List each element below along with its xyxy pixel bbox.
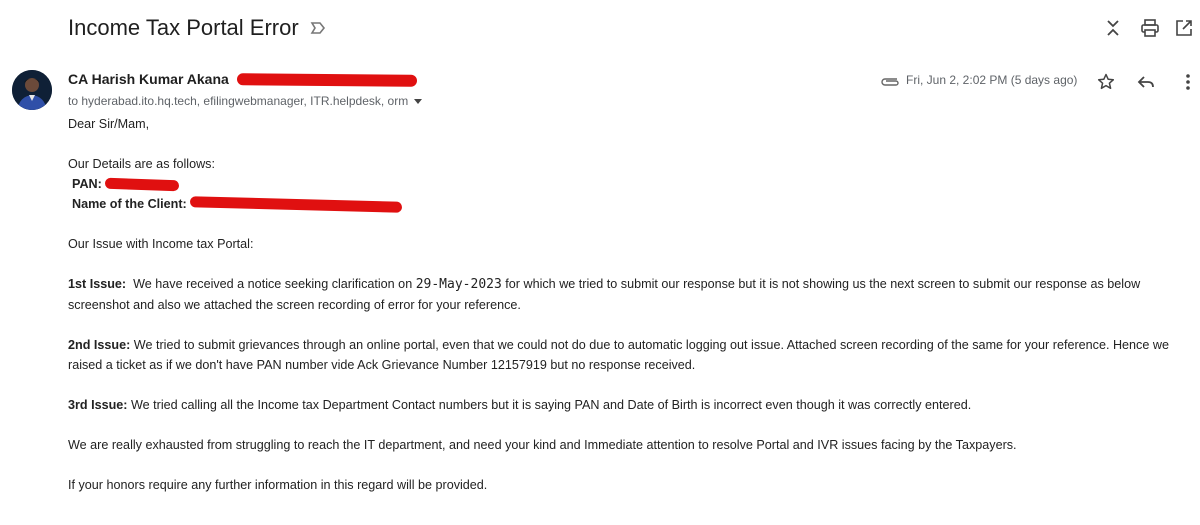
issue-intro: Our Issue with Income tax Portal: xyxy=(68,237,254,251)
closing-paragraph-2: If your honors require any further infor… xyxy=(68,478,488,492)
email-body: Dear Sir/Mam, Our Details are as follows… xyxy=(68,114,1198,495)
client-name-label: Name of the Client: xyxy=(72,197,187,211)
issue-3-paragraph: 3rd Issue: We tried calling all the Inco… xyxy=(68,395,1198,415)
label-icon[interactable] xyxy=(310,20,326,41)
recipients-line[interactable]: to hyderabad.ito.hq.tech, efilingwebmana… xyxy=(68,94,423,108)
redaction-mark xyxy=(190,196,403,213)
client-line: Name of the Client: xyxy=(68,194,1198,214)
star-icon[interactable] xyxy=(1096,72,1116,92)
open-in-new-window-icon[interactable] xyxy=(1174,18,1194,38)
print-icon[interactable] xyxy=(1140,18,1160,38)
issue-2-label: 2nd Issue: xyxy=(68,338,131,352)
sender-name-text: CA Harish Kumar Akana xyxy=(68,71,229,87)
email-subject: Income Tax Portal Error xyxy=(68,15,299,40)
recipients-text: to hyderabad.ito.hq.tech, efilingwebmana… xyxy=(68,94,409,108)
pan-line: PAN: xyxy=(68,174,1198,194)
reply-icon[interactable] xyxy=(1136,72,1156,92)
issue-2-text: We tried to submit grievances through an… xyxy=(68,338,1169,372)
chevron-down-icon[interactable] xyxy=(414,99,423,105)
issue-1-paragraph: 1st Issue: We have received a notice see… xyxy=(68,274,1198,315)
email-date: Fri, Jun 2, 2:02 PM (5 days ago) xyxy=(906,73,1078,87)
attachment-icon xyxy=(880,74,900,92)
pan-label: PAN: xyxy=(72,177,102,191)
redaction-mark xyxy=(105,177,180,192)
issue-1-text-a: We have received a notice seeking clarif… xyxy=(133,277,413,291)
details-intro: Our Details are as follows: xyxy=(68,157,215,171)
more-vertical-icon[interactable] xyxy=(1178,72,1198,92)
sender-avatar[interactable] xyxy=(12,70,52,110)
issue-3-text: We tried calling all the Income tax Depa… xyxy=(131,398,972,412)
closing-paragraph-1: We are really exhausted from struggling … xyxy=(68,438,1017,452)
issue-1-date: 29-May-2023 xyxy=(415,277,502,292)
expand-collapse-icon[interactable] xyxy=(1103,18,1123,38)
sender-name[interactable]: CA Harish Kumar Akana xyxy=(68,71,417,88)
greeting: Dear Sir/Mam, xyxy=(68,117,150,131)
issue-3-label: 3rd Issue: xyxy=(68,398,128,412)
redaction-mark xyxy=(236,73,417,88)
issue-1-label: 1st Issue: xyxy=(68,277,127,291)
issue-2-paragraph: 2nd Issue: We tried to submit grievances… xyxy=(68,335,1198,375)
